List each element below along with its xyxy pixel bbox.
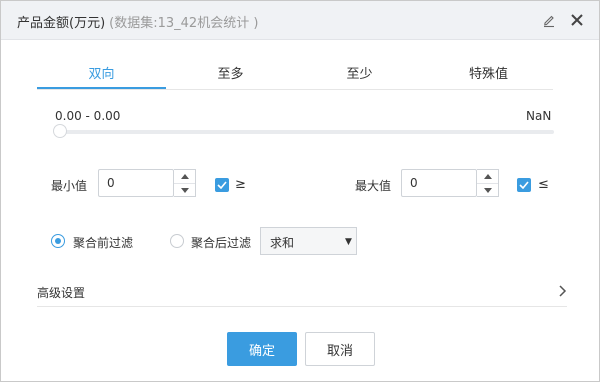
min-increment-button[interactable] xyxy=(174,170,195,184)
checkmark-icon xyxy=(217,181,227,189)
min-value-label: 最小值 xyxy=(51,179,88,193)
aggregation-function-value: 求和 xyxy=(270,236,295,250)
max-increment-button[interactable] xyxy=(477,170,498,184)
caret-up-icon xyxy=(483,174,492,179)
max-value-input[interactable] xyxy=(401,169,477,197)
min-operator-symbol: ≥ xyxy=(235,177,246,192)
cancel-button[interactable]: 取消 xyxy=(305,332,375,366)
tab-bidirectional[interactable]: 双向 xyxy=(37,61,166,89)
caret-up-icon xyxy=(180,174,189,179)
max-value-label: 最大值 xyxy=(355,179,392,193)
filter-after-aggregation-label[interactable]: 聚合后过滤 xyxy=(191,234,251,251)
dropdown-arrow-icon: ▼ xyxy=(345,237,352,247)
filter-before-aggregation-label[interactable]: 聚合前过滤 xyxy=(73,234,133,251)
slider-max-text: NaN xyxy=(526,109,552,123)
tab-at-least[interactable]: 至少 xyxy=(295,61,424,88)
tab-at-most[interactable]: 至多 xyxy=(166,61,295,88)
min-inclusive-checkbox[interactable] xyxy=(215,178,229,192)
caret-down-icon xyxy=(483,188,492,193)
max-value-stepper xyxy=(477,169,499,197)
dialog-title-text: 产品金额(万元) xyxy=(17,16,106,31)
checkmark-icon xyxy=(519,181,529,189)
close-icon[interactable] xyxy=(569,12,585,28)
title-bar: 产品金额(万元) (数据集:13_42机会统计 ) xyxy=(1,1,599,40)
filter-dialog: 产品金额(万元) (数据集:13_42机会统计 ) 双向 至多 至少 特殊值 0.… xyxy=(0,0,600,382)
min-value-stepper xyxy=(174,169,196,197)
dataset-subtitle: (数据集:13_42机会统计 ) xyxy=(109,16,259,31)
min-value-input[interactable] xyxy=(98,169,174,197)
range-slider-handle[interactable] xyxy=(53,124,67,138)
dialog-title: 产品金额(万元) (数据集:13_42机会统计 ) xyxy=(17,12,258,31)
advanced-settings-label: 高级设置 xyxy=(37,286,86,300)
filter-mode-tabs: 双向 至多 至少 特殊值 xyxy=(37,61,553,90)
range-slider-track[interactable] xyxy=(57,130,554,134)
edit-icon[interactable] xyxy=(541,12,557,28)
caret-down-icon xyxy=(180,188,189,193)
advanced-settings-row[interactable]: 高级设置 xyxy=(37,280,567,307)
min-decrement-button[interactable] xyxy=(174,184,195,197)
slider-range-text: 0.00 - 0.00 xyxy=(55,109,121,123)
tab-special-value[interactable]: 特殊值 xyxy=(424,61,553,88)
filter-before-aggregation-radio[interactable] xyxy=(51,234,65,248)
filter-after-aggregation-radio[interactable] xyxy=(170,234,184,248)
max-operator-symbol: ≤ xyxy=(538,177,549,192)
chevron-right-icon xyxy=(559,285,567,297)
aggregation-function-select[interactable]: 求和 ▼ xyxy=(260,227,357,255)
max-decrement-button[interactable] xyxy=(477,184,498,197)
confirm-button[interactable]: 确定 xyxy=(227,332,297,366)
max-inclusive-checkbox[interactable] xyxy=(517,178,531,192)
